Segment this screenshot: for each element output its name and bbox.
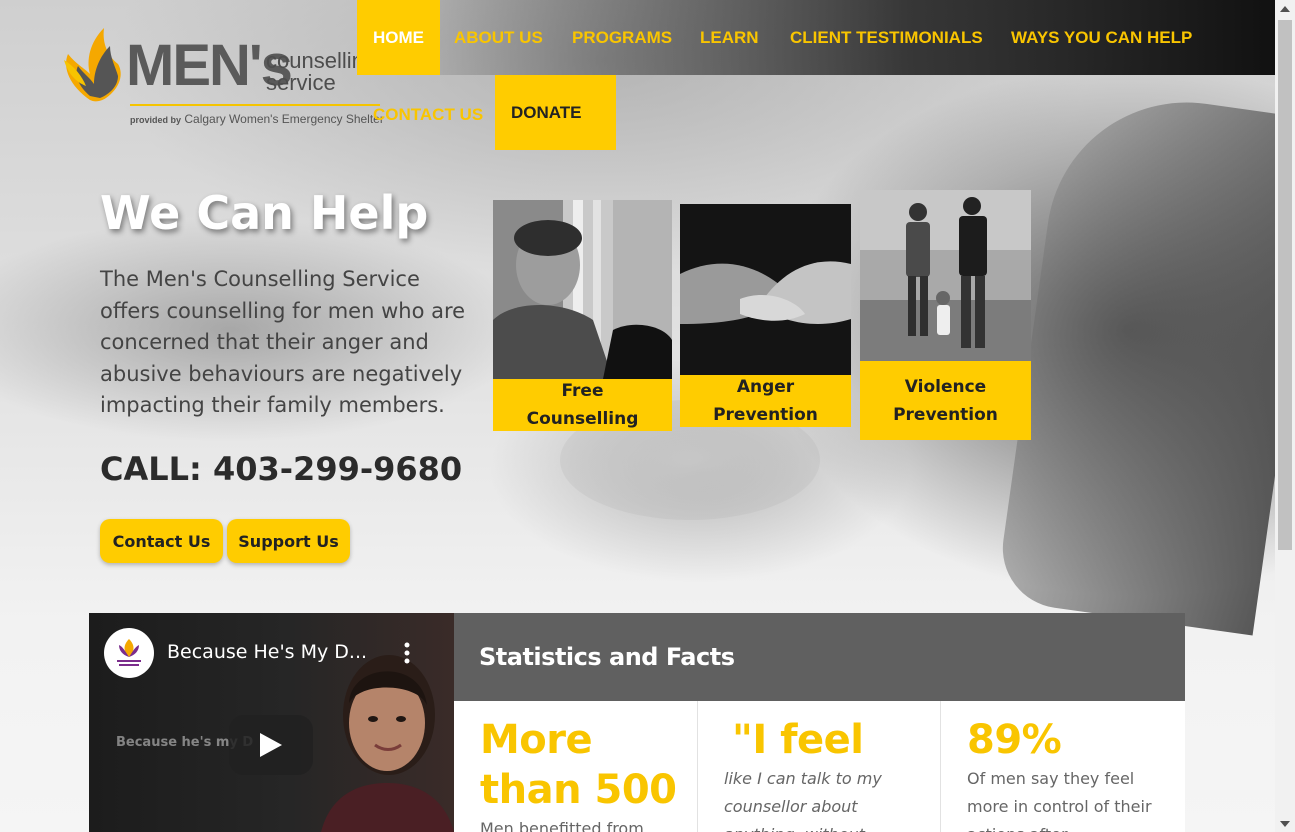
- nav-learn[interactable]: LEARN: [700, 0, 759, 75]
- stat-small-text: Of men say they feel more in control of …: [967, 769, 1152, 832]
- play-button-icon[interactable]: [229, 715, 313, 775]
- nav-donate[interactable]: DONATE: [495, 75, 616, 150]
- contact-us-button[interactable]: Contact Us: [100, 519, 223, 563]
- hero-title: We Can Help: [100, 186, 429, 240]
- stats-heading: Statistics and Facts: [479, 643, 735, 671]
- video-player[interactable]: Because He's My D... Because he's my D: [89, 613, 454, 832]
- scroll-thumb[interactable]: [1278, 20, 1292, 550]
- program-label: Violence Prevention: [860, 361, 1031, 440]
- nav-programs[interactable]: PROGRAMS: [572, 0, 672, 75]
- stat-small-text: like I can talk to my counsellor about a…: [724, 769, 882, 832]
- nav-contact-us[interactable]: CONTACT US: [373, 77, 483, 152]
- site-logo[interactable]: MEN's counselling service provided by Ca…: [60, 24, 390, 134]
- scroll-up-arrow-icon[interactable]: [1275, 0, 1295, 17]
- logo-provided-org: Calgary Women's Emergency Shelter: [184, 112, 384, 126]
- program-label: Anger Prevention: [680, 375, 851, 427]
- page-scrollbar[interactable]: [1275, 0, 1295, 832]
- stat-small-text: Men benefitted from this: [480, 819, 644, 832]
- stats-panel: More than 500 Men benefitted from this "…: [454, 701, 1185, 832]
- support-us-button[interactable]: Support Us: [227, 519, 350, 563]
- stat-item: More than 500 Men benefitted from this: [454, 701, 698, 832]
- stat-big-text: "I feel: [732, 717, 864, 763]
- nav-home[interactable]: HOME: [357, 0, 440, 75]
- handshake-photo: [680, 204, 851, 375]
- phone-number[interactable]: CALL: 403-299-9680: [100, 450, 462, 488]
- logo-provided-by: provided by Calgary Women's Emergency Sh…: [130, 112, 384, 126]
- nav-ways-you-can-help[interactable]: WAYS YOU CAN HELP: [1011, 0, 1192, 75]
- channel-avatar-icon[interactable]: [104, 628, 154, 678]
- logo-provided-prefix: provided by: [130, 115, 182, 125]
- family-walking-photo: [860, 190, 1031, 361]
- nav-about-us[interactable]: ABOUT US: [454, 0, 543, 75]
- stats-header: Statistics and Facts: [454, 613, 1185, 701]
- logo-divider: [130, 104, 380, 106]
- stat-big-text: 89%: [967, 717, 1062, 763]
- program-label: Free Counselling: [493, 379, 672, 431]
- program-card-anger-prevention[interactable]: Anger Prevention: [680, 204, 851, 427]
- more-options-icon[interactable]: [401, 641, 413, 669]
- program-card-violence-prevention[interactable]: Violence Prevention: [860, 190, 1031, 440]
- program-card-free-counselling[interactable]: Free Counselling: [493, 200, 672, 431]
- hero-description: The Men's Counselling Service offers cou…: [100, 267, 466, 417]
- flame-logo-icon: [64, 28, 121, 102]
- nav-client-testimonials[interactable]: CLIENT TESTIMONIALS: [790, 0, 983, 75]
- stat-big-text: More than 500: [480, 717, 677, 813]
- scroll-down-arrow-icon[interactable]: [1275, 815, 1295, 832]
- video-title[interactable]: Because He's My D...: [167, 641, 367, 663]
- smiling-man-photo: [493, 200, 672, 379]
- stat-item: 89% Of men say they feel more in control…: [941, 701, 1185, 832]
- stat-item: "I feel like I can talk to my counsellor…: [698, 701, 941, 832]
- logo-line2: service: [266, 70, 336, 95]
